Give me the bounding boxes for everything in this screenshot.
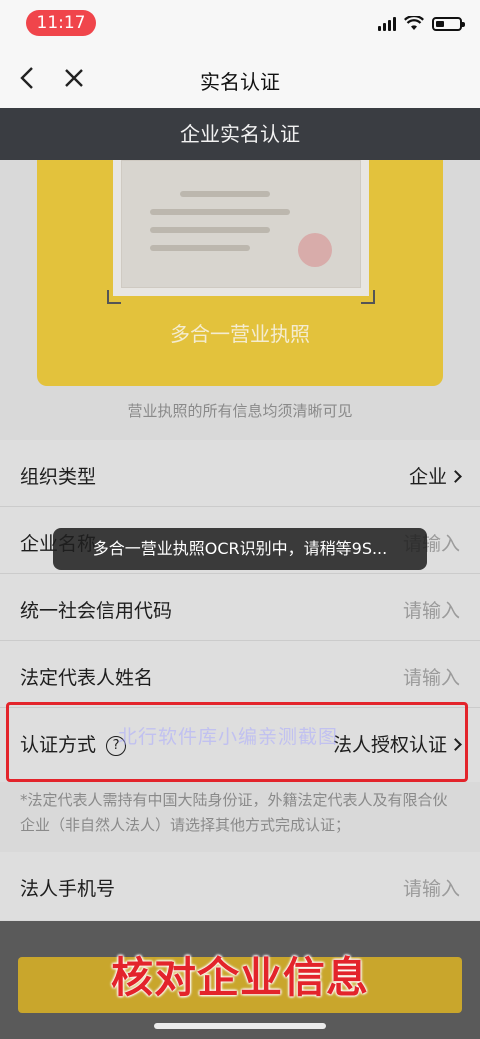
signal-icon <box>378 16 396 31</box>
license-image <box>121 160 361 288</box>
credit-code-label: 统一社会信用代码 <box>20 600 173 622</box>
legal-rep-note: *法定代表人需持有中国大陆身份证，外籍法定代表人及有限合伙企业（非自然人法人）请… <box>0 782 480 852</box>
page-title: 实名认证 <box>200 70 280 94</box>
legal-rep-label: 法定代表人姓名 <box>20 667 154 689</box>
legal-rep-input[interactable]: 请输入 <box>403 663 460 690</box>
license-upload-panel[interactable]: 多合一营业执照 <box>37 160 443 386</box>
scan-corner-icon <box>361 290 375 304</box>
org-type-label: 组织类型 <box>20 466 97 488</box>
status-time: 11:17 <box>26 10 96 36</box>
license-photo <box>107 160 375 304</box>
section-header: 企业实名认证 <box>0 108 480 160</box>
battery-icon <box>432 16 465 31</box>
ocr-toast: 多合一营业执照OCR识别中，请稍等9S... <box>53 528 427 570</box>
status-icons <box>378 16 465 31</box>
scan-corner-icon <box>107 290 121 304</box>
credit-code-row[interactable]: 统一社会信用代码 请输入 <box>0 574 480 641</box>
nav-bar: 实名认证 <box>0 48 480 108</box>
org-type-row[interactable]: 组织类型 企业 <box>0 440 480 507</box>
phone-row[interactable]: 法人手机号 请输入 <box>0 852 480 920</box>
watermark: 北行软件库小编亲测截图 <box>118 726 339 748</box>
license-label: 多合一营业执照 <box>170 322 310 346</box>
chevron-right-icon <box>449 470 462 483</box>
phone-input[interactable]: 请输入 <box>403 874 460 901</box>
legal-rep-row[interactable]: 法定代表人姓名 请输入 <box>0 641 480 708</box>
org-type-value: 企业 <box>409 462 462 489</box>
license-seal <box>298 233 332 267</box>
wifi-icon <box>404 16 424 30</box>
overlay-caption: 核对企业信息 <box>110 953 369 1002</box>
credit-code-input[interactable]: 请输入 <box>403 596 460 623</box>
license-hint: 营业执照的所有信息均须清晰可见 <box>127 402 353 420</box>
status-bar: 11:17 <box>0 0 480 48</box>
phone-label: 法人手机号 <box>20 878 116 900</box>
home-indicator <box>154 1023 326 1029</box>
